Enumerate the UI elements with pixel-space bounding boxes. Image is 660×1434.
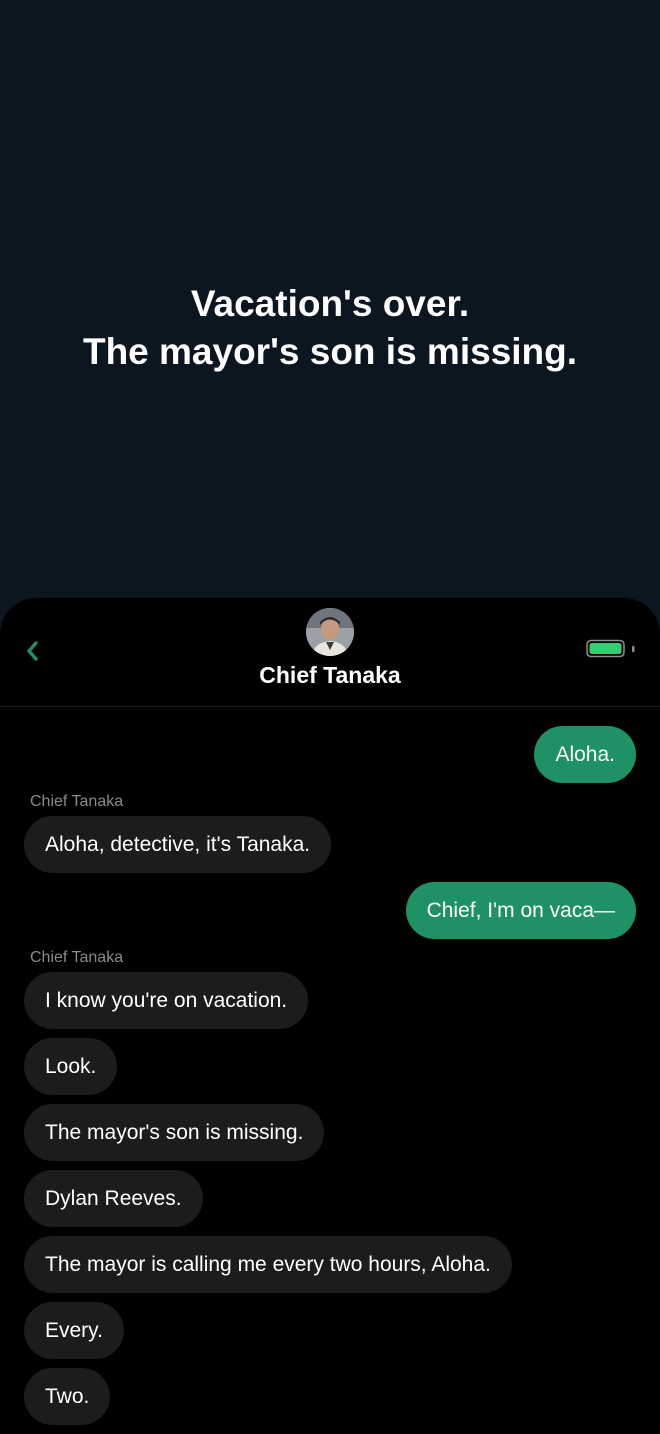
- chat-window: Chief Tanaka Aloha. Chief Tanaka Aloha, …: [0, 598, 660, 1434]
- contact-name[interactable]: Chief Tanaka: [0, 660, 660, 690]
- sender-label: Chief Tanaka: [30, 949, 124, 966]
- message-bubble-incoming[interactable]: Two.: [24, 1368, 111, 1425]
- message-bubble-incoming[interactable]: Dylan Reeves.: [24, 1170, 203, 1227]
- battery-indicator: [586, 639, 636, 659]
- sender-label: Chief Tanaka: [30, 793, 124, 810]
- message-bubble-outgoing[interactable]: Chief, I'm on vaca—: [405, 882, 636, 939]
- page: Vacation's over. The mayor's son is miss…: [0, 0, 660, 1434]
- message-bubble-incoming[interactable]: Every.: [24, 1302, 124, 1359]
- message-bubble-incoming[interactable]: The mayor's son is missing.: [24, 1104, 325, 1161]
- message-bubble-outgoing[interactable]: Aloha.: [534, 726, 636, 783]
- message-bubble-incoming[interactable]: Look.: [24, 1038, 118, 1095]
- battery-icon: [586, 639, 635, 658]
- avatar[interactable]: [306, 608, 354, 656]
- message-bubble-incoming[interactable]: Aloha, detective, it's Tanaka.: [24, 816, 332, 873]
- story-headline: Vacation's over. The mayor's son is miss…: [0, 280, 660, 376]
- message-bubble-incoming[interactable]: I know you're on vacation.: [24, 972, 309, 1029]
- headline-line-1: Vacation's over.: [190, 283, 470, 324]
- chat-header: Chief Tanaka: [0, 598, 660, 707]
- headline-line-2: The mayor's son is missing.: [82, 331, 578, 372]
- message-bubble-incoming[interactable]: The mayor is calling me every two hours,…: [24, 1236, 512, 1293]
